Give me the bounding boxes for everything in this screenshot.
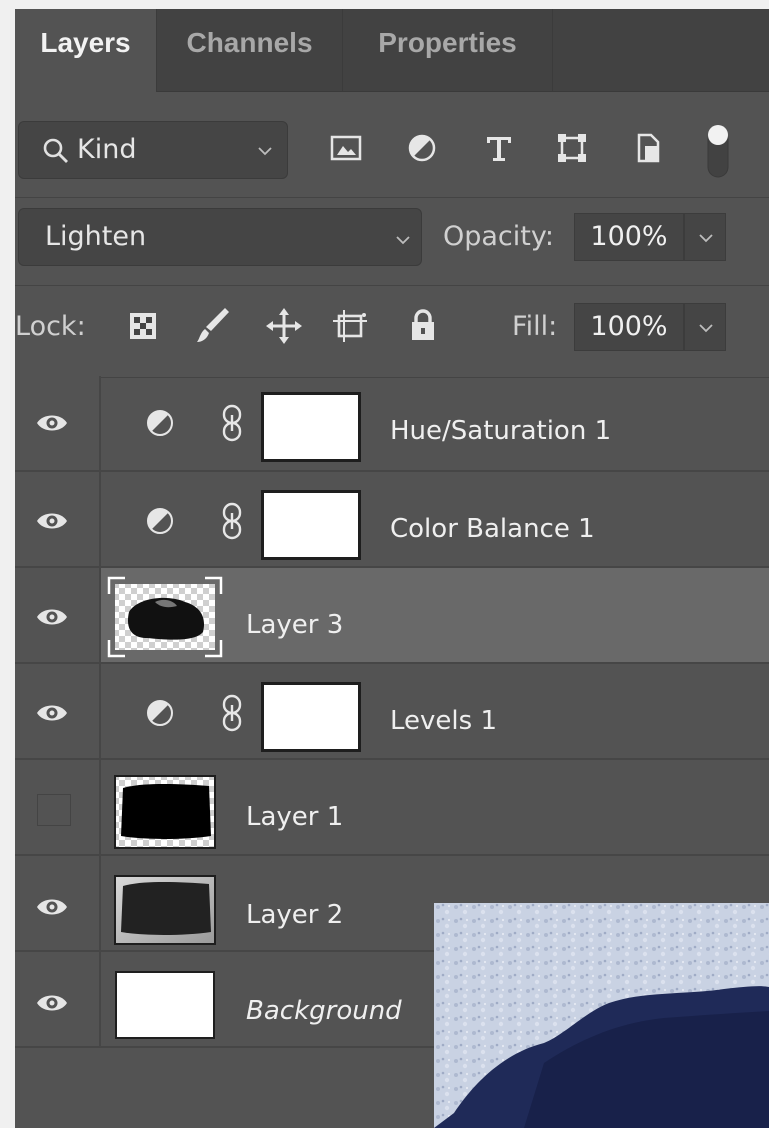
image-filter-icon[interactable]: [329, 131, 363, 165]
visibility-toggle[interactable]: [15, 760, 101, 854]
lock-label: Lock:: [15, 311, 86, 342]
opacity-label: Opacity:: [443, 221, 554, 252]
lock-artboard-icon[interactable]: [331, 307, 371, 345]
panel-tab-bar: Layers Channels Properties: [15, 9, 769, 92]
visibility-off-box: [37, 794, 71, 826]
eye-icon: [37, 995, 67, 1011]
adjustment-icon: [147, 700, 173, 726]
shape-filter-icon[interactable]: [555, 131, 589, 165]
tab-channels[interactable]: Channels: [157, 9, 343, 91]
layer-thumbnail[interactable]: [107, 576, 223, 658]
layer-thumbnail[interactable]: [113, 774, 217, 850]
layer-row[interactable]: Layer 1: [15, 760, 769, 856]
link-icon[interactable]: [221, 502, 243, 540]
eye-icon: [37, 609, 67, 625]
eye-icon: [37, 899, 67, 915]
layer-row[interactable]: Levels 1: [15, 664, 769, 760]
visibility-toggle[interactable]: [15, 376, 101, 470]
layer-mask-thumbnail[interactable]: [261, 392, 361, 462]
type-filter-icon[interactable]: [482, 131, 516, 165]
layer-row-selected[interactable]: Layer 3: [15, 568, 769, 664]
lock-image-pixels-icon[interactable]: [195, 305, 231, 345]
visibility-toggle[interactable]: [15, 568, 101, 662]
visibility-toggle[interactable]: [15, 664, 101, 758]
tab-layers[interactable]: Layers: [15, 9, 157, 92]
tab-properties[interactable]: Properties: [343, 9, 553, 91]
link-icon[interactable]: [221, 404, 243, 442]
layer-name[interactable]: Layer 3: [246, 610, 343, 640]
link-icon[interactable]: [221, 694, 243, 732]
layer-name[interactable]: Background: [246, 996, 402, 1026]
adjustment-filter-icon[interactable]: [405, 131, 439, 165]
fill-input[interactable]: 100%: [574, 303, 684, 351]
layer-mask-thumbnail[interactable]: [261, 682, 361, 752]
search-icon: [43, 138, 68, 163]
layer-thumbnail[interactable]: [113, 874, 217, 946]
lock-all-icon[interactable]: [408, 307, 438, 345]
layer-thumbnail[interactable]: [115, 971, 215, 1039]
chevron-down-icon: [396, 236, 410, 245]
blend-mode-value: Lighten: [45, 221, 147, 252]
lock-transparent-pixels-icon[interactable]: [128, 311, 158, 341]
adjustment-icon: [147, 410, 173, 436]
kind-filter-label: Kind: [77, 134, 137, 165]
eye-icon: [37, 415, 67, 431]
opacity-input[interactable]: 100%: [574, 213, 684, 261]
layer-name[interactable]: Levels 1: [390, 706, 497, 736]
fill-label: Fill:: [512, 311, 558, 342]
smart-object-filter-icon[interactable]: [631, 131, 665, 165]
layer-row[interactable]: Color Balance 1: [15, 472, 769, 568]
layer-name[interactable]: Layer 1: [246, 802, 343, 832]
chevron-down-icon: [699, 324, 713, 333]
visibility-toggle[interactable]: [15, 472, 101, 566]
kind-filter-select[interactable]: Kind: [18, 121, 288, 179]
fill-dropdown[interactable]: [684, 303, 726, 351]
lock-position-icon[interactable]: [265, 307, 303, 345]
layer-name[interactable]: Layer 2: [246, 900, 343, 930]
opacity-dropdown[interactable]: [684, 213, 726, 261]
visibility-toggle[interactable]: [15, 952, 101, 1046]
layer-mask-thumbnail[interactable]: [261, 490, 361, 560]
filter-toggle-icon[interactable]: [704, 121, 732, 181]
canvas-image-preview: [434, 903, 769, 1128]
chevron-down-icon: [258, 147, 272, 156]
chevron-down-icon: [699, 234, 713, 243]
eye-icon: [37, 705, 67, 721]
layer-name[interactable]: Hue/Saturation 1: [390, 416, 611, 446]
blend-mode-select[interactable]: Lighten: [18, 208, 422, 266]
layer-row[interactable]: Hue/Saturation 1: [15, 376, 769, 472]
adjustment-icon: [147, 508, 173, 534]
layer-name[interactable]: Color Balance 1: [390, 514, 595, 544]
visibility-toggle[interactable]: [15, 856, 101, 950]
eye-icon: [37, 513, 67, 529]
